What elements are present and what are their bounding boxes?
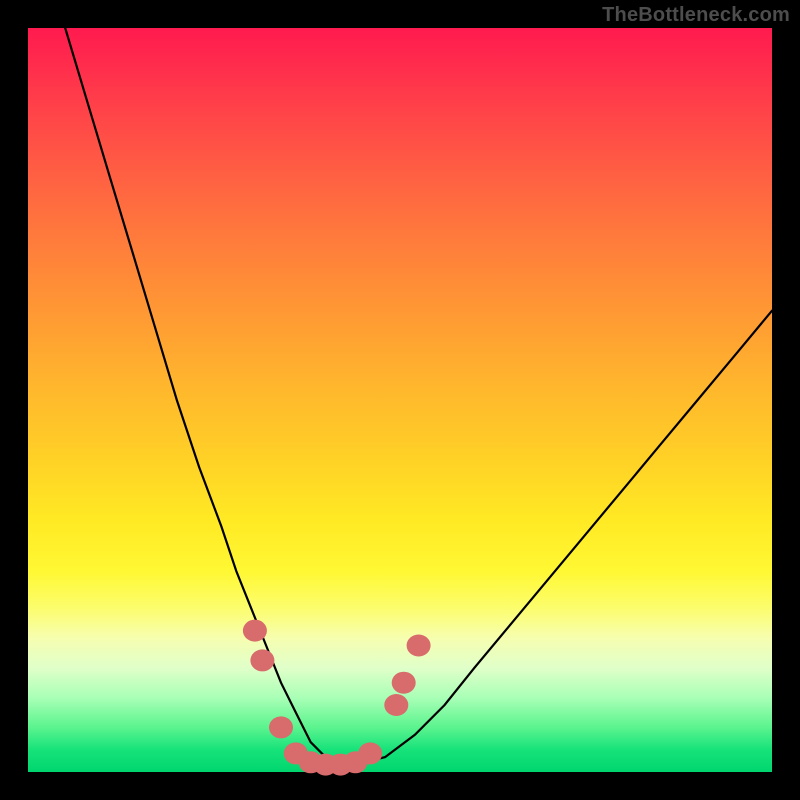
trough-marker	[392, 672, 416, 694]
trough-marker	[250, 649, 274, 671]
chart-frame: TheBottleneck.com	[0, 0, 800, 800]
trough-marker	[358, 742, 382, 764]
trough-marker	[269, 716, 293, 738]
plot-area	[28, 28, 772, 772]
bottleneck-curve-svg	[28, 28, 772, 772]
trough-marker	[407, 635, 431, 657]
trough-marker	[243, 620, 267, 642]
trough-marker	[384, 694, 408, 716]
watermark-text: TheBottleneck.com	[602, 4, 790, 27]
